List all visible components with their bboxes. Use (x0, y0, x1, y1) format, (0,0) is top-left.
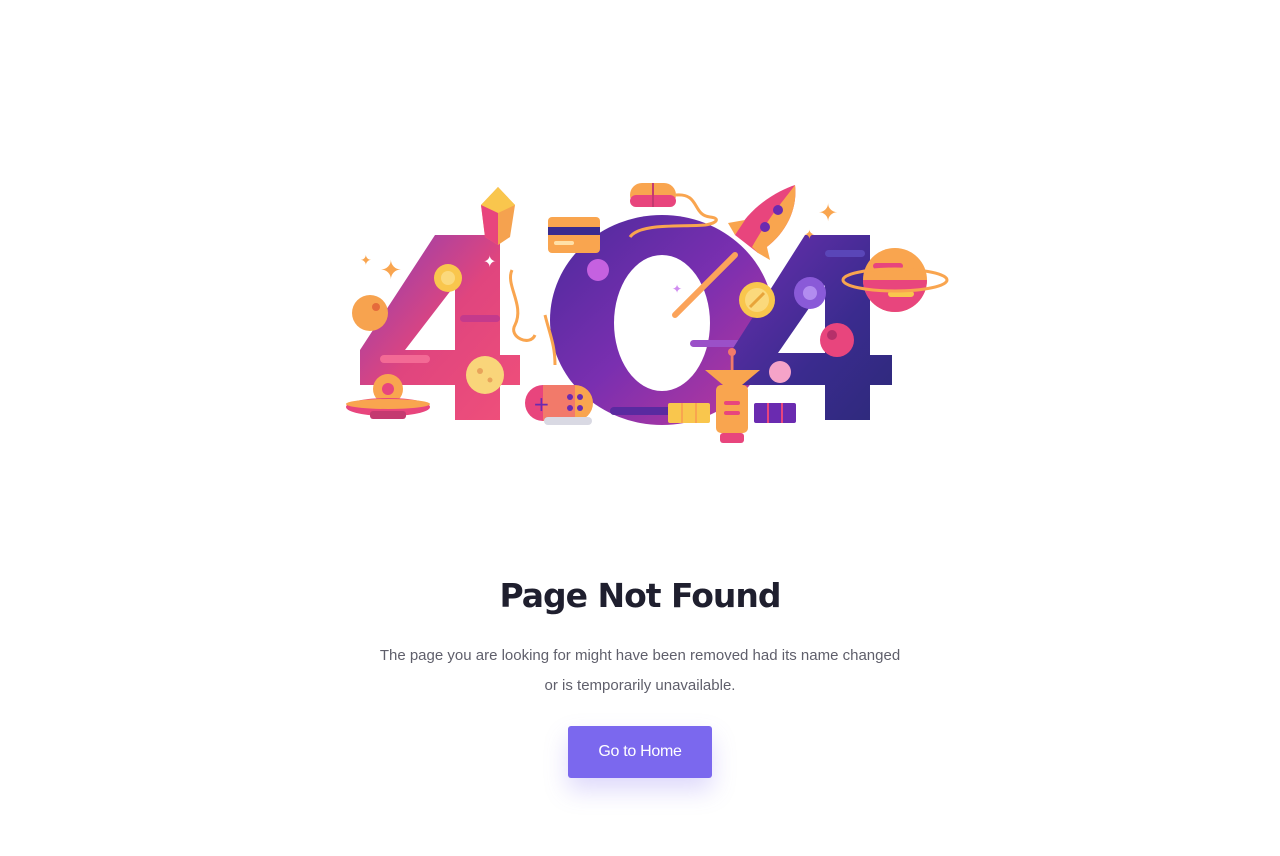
description-line-2: or is temporarily unavailable. (544, 677, 736, 694)
svg-text:✦: ✦ (360, 253, 372, 269)
credit-card-icon (548, 217, 600, 253)
svg-text:+: + (533, 392, 550, 416)
coin-icon (739, 282, 775, 318)
svg-text:✦: ✦ (380, 256, 402, 286)
page-description: The page you are looking for might have … (340, 641, 940, 701)
404-illustration: ✦ ✦ ✦ + ✦ ✦ ✦ ✦ (346, 183, 949, 443)
page-title: Page Not Found (499, 576, 781, 615)
svg-text:✦: ✦ (672, 282, 682, 296)
svg-text:✦: ✦ (640, 260, 652, 276)
go-to-home-button[interactable]: Go to Home (568, 726, 712, 778)
not-found-page: ✦ ✦ ✦ + ✦ ✦ ✦ ✦ Page Not Found The page … (0, 0, 1280, 856)
description-line-1: The page you are looking for might have … (379, 647, 901, 664)
svg-text:✦: ✦ (483, 252, 496, 271)
svg-text:✦: ✦ (818, 199, 838, 227)
gem-icon (481, 187, 515, 245)
svg-text:✦: ✦ (804, 228, 815, 243)
